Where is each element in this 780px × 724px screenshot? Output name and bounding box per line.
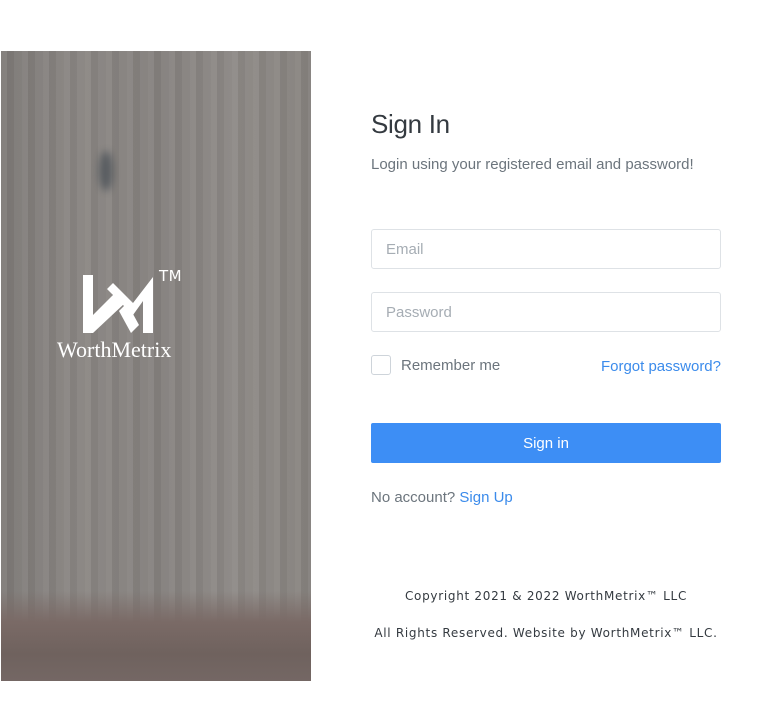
no-account-text: No account?	[371, 489, 460, 506]
brand-logo: TM WorthMetrix	[57, 267, 197, 367]
brand-name: WorthMetrix	[57, 337, 172, 362]
background-blur-detail	[99, 151, 113, 191]
no-account-row: No account? Sign Up	[371, 489, 513, 506]
remember-me-checkbox[interactable]	[371, 355, 391, 375]
signin-page: TM WorthMetrix Sign In Login using your …	[0, 0, 780, 724]
side-image-panel: TM WorthMetrix	[1, 51, 311, 681]
signin-button[interactable]: Sign in	[371, 423, 721, 463]
page-title: Sign In	[371, 109, 450, 139]
rights-text: All Rights Reserved. Website by WorthMet…	[374, 626, 718, 640]
email-field[interactable]	[371, 229, 721, 269]
page-subtitle: Login using your registered email and pa…	[371, 156, 694, 173]
worthmetrix-logo-icon	[83, 275, 153, 333]
copyright-text: Copyright 2021 & 2022 WorthMetrix™ LLC	[404, 589, 688, 603]
forgot-password-link[interactable]: Forgot password?	[601, 358, 721, 375]
trademark-mark: TM	[159, 267, 183, 285]
remember-me-label[interactable]: Remember me	[401, 357, 500, 374]
signup-link[interactable]: Sign Up	[459, 489, 512, 506]
background-floor	[1, 591, 311, 681]
remember-me-row: Remember me	[371, 355, 500, 375]
password-field[interactable]	[371, 292, 721, 332]
